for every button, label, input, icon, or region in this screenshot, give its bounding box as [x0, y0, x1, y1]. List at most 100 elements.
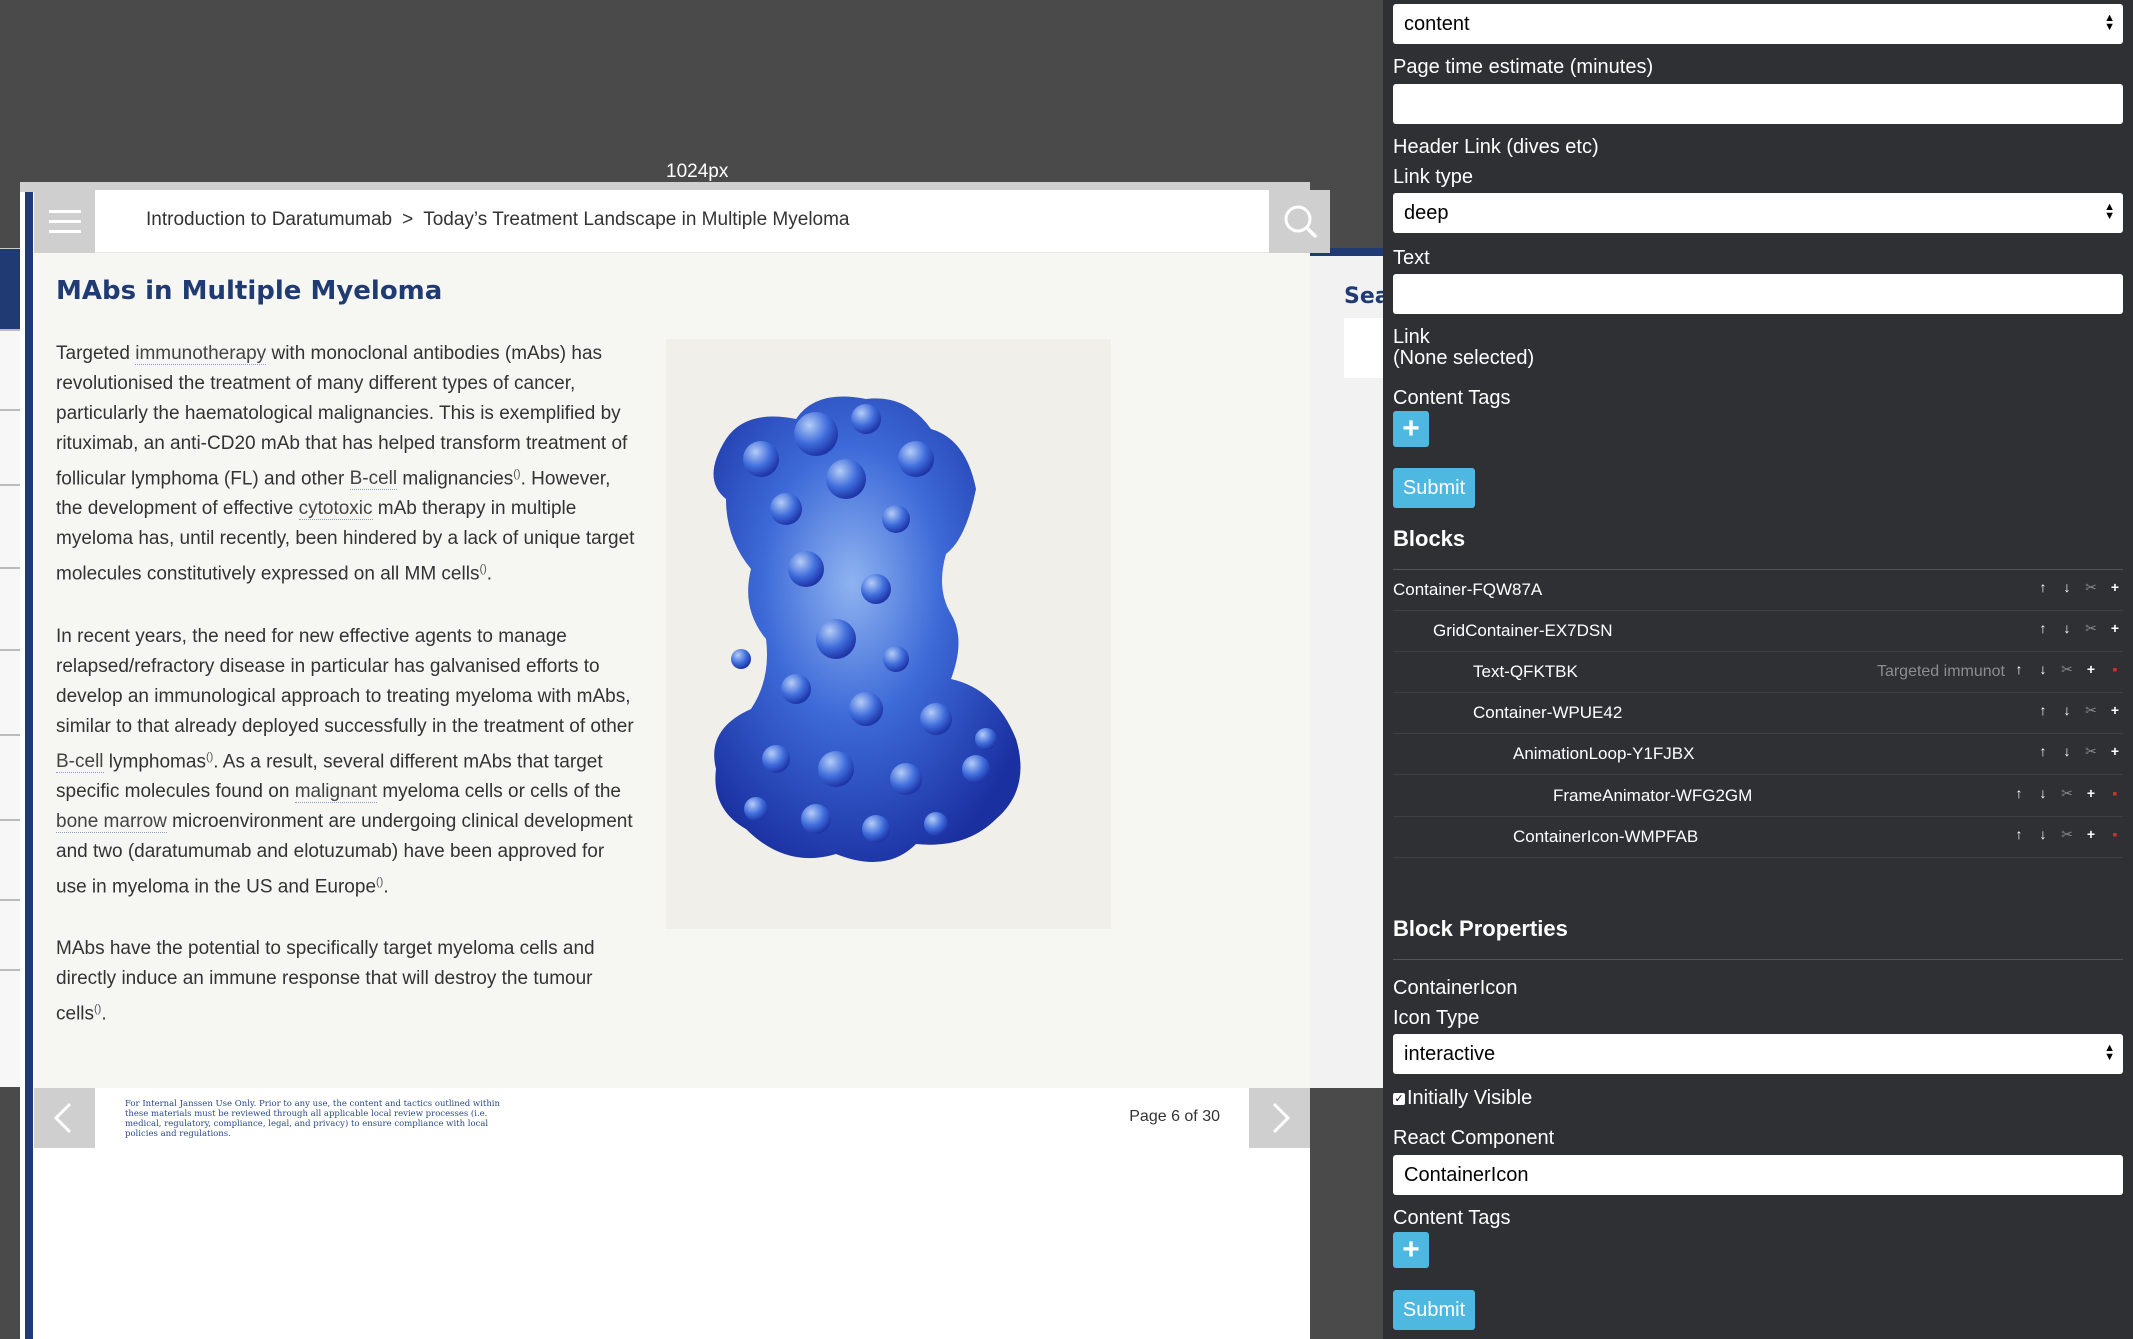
glossary-link[interactable]: B-cell — [349, 468, 398, 491]
block-name: Container-WPUE42 — [1473, 703, 1623, 722]
time-estimate-label: Page time estimate (minutes) — [1393, 56, 1654, 78]
react-component-input[interactable]: ContainerIcon — [1393, 1155, 2123, 1195]
move-down-icon[interactable]: ↓ — [2035, 661, 2051, 678]
add-child-icon[interactable]: + — [2107, 620, 2123, 637]
icon-type-select[interactable]: interactive ▲ ▼ — [1393, 1034, 2123, 1074]
block-row[interactable]: ContainerIcon-WMPFAB ↑ ↓ ✂ + ▪ — [1393, 817, 2123, 858]
block-name: FrameAnimator-WFG2GM — [1553, 786, 1753, 805]
move-up-icon[interactable]: ↑ — [2035, 702, 2051, 719]
add-child-icon[interactable]: + — [2107, 579, 2123, 596]
reader-frame: Introduction to Daratumumab > Today’s Trea… — [20, 182, 1330, 1339]
legal-disclaimer: For Internal Janssen Use Only. Prior to … — [125, 1099, 501, 1139]
delete-icon[interactable]: ▪ — [2107, 785, 2123, 802]
paragraph: Targeted immunotherapy with monoclonal a… — [56, 343, 635, 585]
initially-visible-row: ✓ Initially Visible — [1393, 1087, 1532, 1110]
add-child-icon[interactable]: + — [2083, 785, 2099, 802]
breadcrumb: Introduction to Daratumumab > Today’s Trea… — [146, 209, 850, 231]
block-name: ContainerIcon-WMPFAB — [1513, 827, 1699, 846]
cut-icon[interactable]: ✂ — [2059, 661, 2075, 678]
glossary-link[interactable]: immunotherapy — [135, 343, 267, 365]
chevron-left-icon — [53, 1102, 72, 1134]
link-value[interactable]: (None selected) — [1393, 347, 1534, 370]
move-up-icon[interactable]: ↑ — [2035, 743, 2051, 760]
body-text: Targeted immunotherapy with monoclonal a… — [56, 339, 636, 1062]
select-arrows-icon: ▲ ▼ — [2104, 1042, 2115, 1063]
glossary-link[interactable]: cytotoxic — [298, 498, 373, 521]
cut-icon[interactable]: ✂ — [2083, 579, 2099, 596]
block-properties-heading: Block Properties — [1393, 916, 1568, 941]
move-up-icon[interactable]: ↑ — [2035, 620, 2051, 637]
cut-icon[interactable]: ✂ — [2083, 702, 2099, 719]
select-arrows-icon: ▲ ▼ — [2104, 201, 2115, 222]
block-row[interactable]: FrameAnimator-WFG2GM ↑ ↓ ✂ + ▪ — [1393, 776, 2123, 817]
cut-icon[interactable]: ✂ — [2083, 620, 2099, 637]
previous-page-button[interactable] — [34, 1088, 95, 1148]
reader-header: Introduction to Daratumumab > Today’s Trea… — [34, 190, 1330, 253]
breadcrumb-separator: > — [402, 209, 414, 230]
reader-footer: For Internal Janssen Use Only. Prior to … — [34, 1088, 1310, 1148]
add-content-tag-button[interactable]: + — [1393, 1232, 1429, 1268]
link-type-select[interactable]: deep ▲ ▼ — [1393, 193, 2123, 233]
move-down-icon[interactable]: ↓ — [2035, 826, 2051, 843]
reference-marker[interactable]: () — [479, 563, 486, 575]
move-up-icon[interactable]: ↑ — [2011, 826, 2027, 843]
header-link-heading: Header Link (dives etc) — [1393, 136, 1599, 158]
content-tags-label: Content Tags — [1393, 1207, 1511, 1229]
breadcrumb-module[interactable]: Introduction to Daratumumab — [146, 209, 392, 230]
move-down-icon[interactable]: ↓ — [2059, 743, 2075, 760]
glossary-link[interactable]: malignant — [294, 780, 378, 803]
block-preview: Targeted immunot — [1876, 663, 2005, 680]
block-row[interactable]: AnimationLoop-Y1FJBX ↑ ↓ ✂ + — [1393, 734, 2123, 775]
submit-button[interactable]: Submit — [1393, 468, 1475, 508]
antibody-molecule-image[interactable] — [666, 339, 1111, 929]
paragraph: MAbs have the potential to specifically … — [56, 938, 595, 1025]
text-label: Text — [1393, 247, 1430, 269]
text-input[interactable] — [1393, 274, 2123, 314]
reference-marker[interactable]: () — [513, 468, 520, 480]
paragraph: In recent years, the need for new effect… — [56, 625, 634, 898]
block-name: Container-FQW87A — [1393, 580, 1543, 599]
breadcrumb-section[interactable]: Today’s Treatment Landscape in Multiple … — [423, 209, 849, 230]
icon-type-label: Icon Type — [1393, 1007, 1480, 1029]
glossary-link[interactable]: B-cell — [56, 750, 104, 773]
time-estimate-input[interactable] — [1393, 84, 2123, 124]
page-content: MAbs in Multiple Myeloma Targeted immuno… — [34, 253, 1310, 1091]
add-child-icon[interactable]: + — [2107, 743, 2123, 760]
background-page: Sear — [1306, 248, 1400, 1088]
link-type-label: Link type — [1393, 166, 1474, 188]
cut-icon[interactable]: ✂ — [2083, 743, 2099, 760]
add-child-icon[interactable]: + — [2107, 702, 2123, 719]
add-child-icon[interactable]: + — [2083, 661, 2099, 678]
menu-button[interactable] — [34, 190, 95, 253]
move-down-icon[interactable]: ↓ — [2059, 620, 2075, 637]
move-up-icon[interactable]: ↑ — [2035, 579, 2051, 596]
page-type-select[interactable]: content ▲ ▼ — [1393, 4, 2123, 44]
move-up-icon[interactable]: ↑ — [2011, 661, 2027, 678]
search-button[interactable] — [1269, 190, 1330, 253]
glossary-link[interactable]: bone marrow — [56, 810, 167, 833]
cut-icon[interactable]: ✂ — [2059, 826, 2075, 843]
delete-icon[interactable]: ▪ — [2107, 661, 2123, 678]
blocks-heading: Blocks — [1393, 526, 1466, 551]
initially-visible-label: Initially Visible — [1407, 1087, 1533, 1109]
move-up-icon[interactable]: ↑ — [2011, 785, 2027, 802]
move-down-icon[interactable]: ↓ — [2035, 785, 2051, 802]
block-row[interactable]: GridContainer-EX7DSN ↑ ↓ ✂ + — [1393, 611, 2123, 652]
block-row[interactable]: Container-WPUE42 ↑ ↓ ✂ + — [1393, 693, 2123, 734]
next-page-button[interactable] — [1249, 1088, 1310, 1148]
add-child-icon[interactable]: + — [2083, 826, 2099, 843]
preview-stage: 1024px Sear Introduction to Daratumumab >… — [0, 0, 1400, 1339]
cut-icon[interactable]: ✂ — [2059, 785, 2075, 802]
block-row[interactable]: Text-QFKTBK Targeted immunot ↑ ↓ ✂ + ▪ — [1393, 652, 2123, 693]
initially-visible-checkbox[interactable]: ✓ — [1393, 1092, 1405, 1105]
delete-icon[interactable]: ▪ — [2107, 826, 2123, 843]
block-row[interactable]: Container-FQW87A ↑ ↓ ✂ + — [1393, 570, 2123, 611]
move-down-icon[interactable]: ↓ — [2059, 579, 2075, 596]
submit-button[interactable]: Submit — [1393, 1290, 1475, 1330]
block-name: Text-QFKTBK — [1473, 662, 1578, 681]
search-icon — [1284, 205, 1317, 238]
page-title: MAbs in Multiple Myeloma — [56, 276, 443, 306]
move-down-icon[interactable]: ↓ — [2059, 702, 2075, 719]
molecule-illustration — [713, 396, 1021, 862]
add-content-tag-button[interactable]: + — [1393, 411, 1429, 447]
